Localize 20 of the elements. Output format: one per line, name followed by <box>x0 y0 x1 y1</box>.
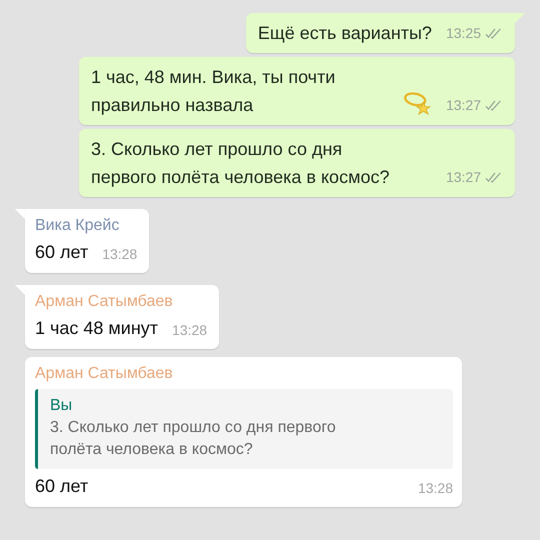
quote-text: 3. Сколько лет прошло со дня первого полёта человека в космос? <box>50 418 337 460</box>
message-text: 3. Сколько лет прошло со дня первого полёта человека в космос? <box>91 139 390 187</box>
double-check-icon <box>485 28 503 38</box>
sender-name: Арман Сатымбаев <box>35 292 174 312</box>
message-time: 13:27 <box>446 96 481 114</box>
sender-name: Вика Крейс <box>35 216 120 236</box>
message-text: Ещё есть варианты? <box>258 23 432 43</box>
message-time: 13:28 <box>102 245 138 264</box>
message-text: 60 лет <box>35 475 88 498</box>
double-check-icon <box>485 172 503 182</box>
message-time: 13:25 <box>446 24 481 42</box>
message-text: 1 час 48 минут <box>35 317 158 340</box>
message-time: 13:27 <box>446 168 481 186</box>
message-text: 60 лет <box>35 241 88 264</box>
message-time: 13:28 <box>172 321 208 340</box>
quote-author: Вы <box>50 396 74 416</box>
message-time: 13:28 <box>418 479 453 498</box>
sender-name: Арман Сатымбаев <box>35 364 174 384</box>
double-check-icon <box>485 100 503 110</box>
message-text: 1 час, 48 мин. Вика, ты почти правильно назвала <box>91 67 336 115</box>
